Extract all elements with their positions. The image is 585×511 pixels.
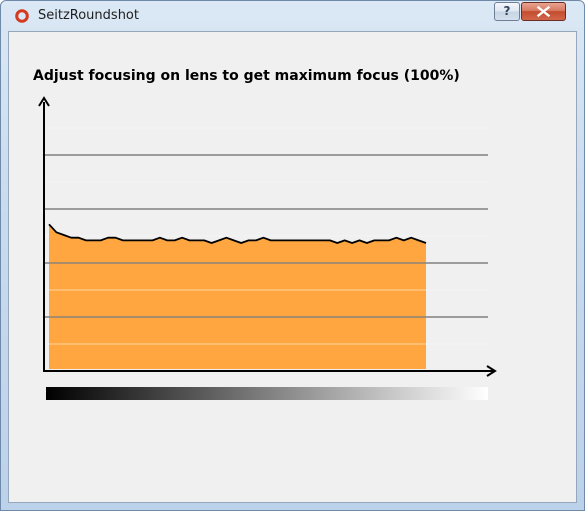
focus-level-area [49, 224, 426, 369]
brightness-gradient-bar [46, 387, 488, 400]
dialog-window: SeitzRoundshot ? Adjust focusing on lens… [0, 0, 585, 511]
window-title: SeitzRoundshot [38, 8, 139, 23]
app-icon [15, 9, 29, 23]
title-bar[interactable]: SeitzRoundshot ? [1, 1, 584, 31]
help-icon: ? [503, 4, 511, 18]
help-button[interactable]: ? [494, 2, 520, 21]
focus-graph [38, 96, 497, 377]
dialog-client-area: Adjust focusing on lens to get maximum f… [8, 31, 577, 503]
close-button[interactable] [521, 2, 566, 21]
close-icon [536, 5, 551, 18]
